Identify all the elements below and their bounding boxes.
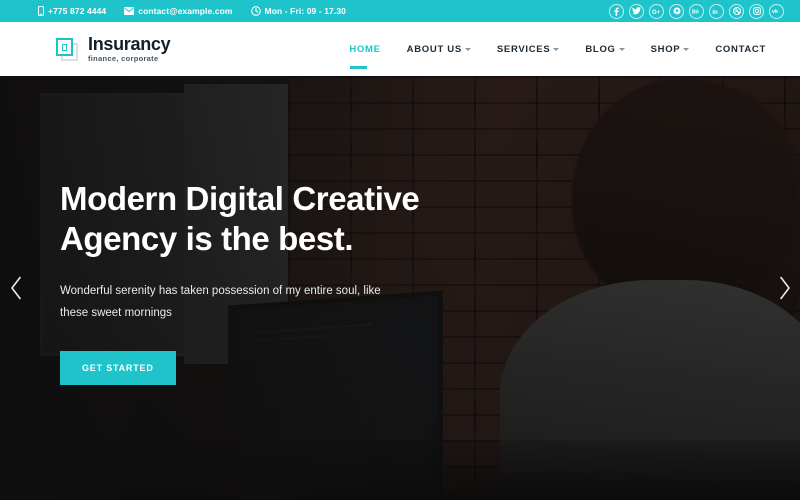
brand-logo[interactable]: Insurancy finance, corporate [55,34,171,64]
topbar-email-text: contact@example.com [138,6,233,16]
chevron-down-icon [618,48,625,51]
top-info-bar: +775 872 4444 contact@example.com Mon - … [0,0,800,22]
nav-item-blog[interactable]: BLOG [585,38,625,61]
pinterest-icon[interactable] [669,3,684,19]
google-plus-icon[interactable]: G+ [649,3,664,19]
dribbble-icon[interactable] [729,3,744,19]
nav-item-label: BLOG [585,43,616,55]
vk-icon[interactable]: vk [769,3,784,19]
chevron-right-icon [778,276,791,300]
svg-text:G+: G+ [652,9,661,14]
envelope-icon [124,7,135,15]
chevron-down-icon [683,48,690,51]
clock-icon [250,6,261,16]
nav-item-label: SHOP [650,43,681,55]
svg-text:vk: vk [772,9,778,14]
hero-content: Modern Digital Creative Agency is the be… [0,76,520,386]
twitter-icon[interactable] [629,3,644,19]
nav-item-label: SERVICES [496,43,551,55]
nav-item-label: CONTACT [715,43,766,55]
overlapping-squares-logo-icon [55,36,81,62]
svg-text:in: in [712,9,718,14]
brand-name: Insurancy [88,34,171,55]
topbar-contact-group: +775 872 4444 contact@example.com Mon - … [38,6,346,16]
behance-icon[interactable]: Bē [689,3,704,19]
instagram-icon[interactable] [749,3,764,19]
phone-icon [38,6,44,16]
nav-item-services[interactable]: SERVICES [496,38,560,61]
nav-item-label: HOME [349,43,381,55]
chevron-down-icon [464,48,471,51]
nav-item-contact[interactable]: CONTACT [715,38,766,61]
topbar-hours-text: Mon - Fri: 09 - 17.30 [264,6,346,16]
brand-tagline: finance, corporate [88,54,159,64]
topbar-email[interactable]: contact@example.com [124,6,232,16]
main-navigation: HOME ABOUT US SERVICES BLOG SHOP CONTACT [349,38,766,69]
linkedin-icon[interactable]: in [709,3,724,19]
nav-item-label: ABOUT US [406,43,462,55]
topbar-phone[interactable]: +775 872 4444 [38,6,106,16]
social-links: G+ Bē in vk [609,3,788,19]
chevron-left-icon [10,276,23,300]
site-header: Insurancy finance, corporate HOME ABOUT … [0,22,800,76]
svg-text:Bē: Bē [692,9,699,14]
hero-title: Modern Digital Creative Agency is the be… [60,180,420,258]
nav-item-shop[interactable]: SHOP [651,38,690,61]
nav-item-about-us[interactable]: ABOUT US [407,38,471,61]
slider-next-button[interactable] [770,268,798,308]
topbar-phone-text: +775 872 4444 [48,6,107,16]
facebook-icon[interactable] [609,3,624,19]
get-started-button[interactable]: GET STARTED [60,351,176,386]
nav-item-home[interactable]: HOME [349,38,381,69]
chevron-down-icon [553,48,560,51]
hero-subtitle: Wonderful serenity has taken possession … [60,284,381,319]
topbar-hours: Mon - Fri: 09 - 17.30 [250,6,346,16]
hero-slider: Modern Digital Creative Agency is the be… [0,76,800,500]
slider-prev-button[interactable] [2,268,30,308]
